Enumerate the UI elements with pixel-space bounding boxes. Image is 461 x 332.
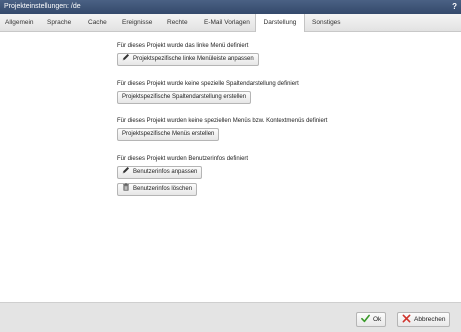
- create-menus-label: Projektspezifische Menüs erstellen: [122, 131, 215, 137]
- trash-icon: [123, 183, 129, 192]
- context-menu-description: Für dieses Projekt wurden keine speziell…: [117, 118, 328, 124]
- pencil-icon: [122, 167, 130, 174]
- customize-user-info-button[interactable]: Benutzerinfos anpassen: [117, 166, 203, 179]
- tab-sprache[interactable]: Sprache: [47, 14, 71, 32]
- ok-label: Ok: [373, 316, 382, 323]
- left-menu-description: Für dieses Projekt wurde das linke Menü …: [117, 43, 249, 49]
- tab-email-vorlagen[interactable]: E-Mail Vorlagen: [204, 14, 250, 32]
- tab-darstellung[interactable]: Darstellung: [255, 14, 305, 33]
- left-menu-section: Für dieses Projekt wurde das linke Menü …: [117, 42, 259, 66]
- customize-left-menu-button[interactable]: Projektspezifische linke Menüleiste anpa…: [117, 53, 259, 66]
- window-titlebar: Projekteinstellungen: /de ?: [0, 0, 461, 14]
- window-title: Projekteinstellungen: /de: [4, 3, 81, 10]
- tab-bar: Allgemein Sprache Cache Ereignisse Recht…: [0, 14, 461, 33]
- delete-user-info-button[interactable]: Benutzerinfos löschen: [117, 183, 198, 196]
- dialog-footer: Ok Abbrechen: [0, 302, 461, 332]
- column-view-section: Für dieses Projekt wurde keine spezielle…: [117, 80, 299, 104]
- cancel-button[interactable]: Abbrechen: [397, 312, 451, 327]
- ok-button[interactable]: Ok: [356, 312, 387, 327]
- column-view-description: Für dieses Projekt wurde keine spezielle…: [117, 81, 299, 87]
- context-menu-section: Für dieses Projekt wurden keine speziell…: [117, 117, 328, 141]
- tab-ereignisse[interactable]: Ereignisse: [122, 14, 152, 32]
- create-column-view-label: Projektspezifische Spaltendarstellung er…: [122, 94, 247, 100]
- user-info-description: Für dieses Projekt wurden Benutzerinfos …: [117, 156, 249, 162]
- tab-allgemein[interactable]: Allgemein: [5, 14, 34, 32]
- customize-user-info-label: Benutzerinfos anpassen: [133, 169, 198, 175]
- delete-user-info-label: Benutzerinfos löschen: [133, 186, 193, 192]
- tab-rechte[interactable]: Rechte: [167, 14, 188, 32]
- checkmark-icon: [361, 314, 370, 322]
- tab-cache[interactable]: Cache: [88, 14, 107, 32]
- help-button[interactable]: ?: [452, 0, 457, 14]
- tab-sonstiges[interactable]: Sonstiges: [312, 14, 341, 32]
- close-icon: [402, 314, 411, 323]
- create-menus-button[interactable]: Projektspezifische Menüs erstellen: [117, 128, 220, 141]
- settings-panel: Für dieses Projekt wurde das linke Menü …: [0, 32, 461, 302]
- user-info-section: Für dieses Projekt wurden Benutzerinfos …: [117, 155, 249, 196]
- cancel-label: Abbrechen: [414, 316, 446, 323]
- customize-left-menu-label: Projektspezifische linke Menüleiste anpa…: [133, 56, 254, 62]
- pencil-icon: [122, 54, 130, 61]
- create-column-view-button[interactable]: Projektspezifische Spaltendarstellung er…: [117, 91, 252, 104]
